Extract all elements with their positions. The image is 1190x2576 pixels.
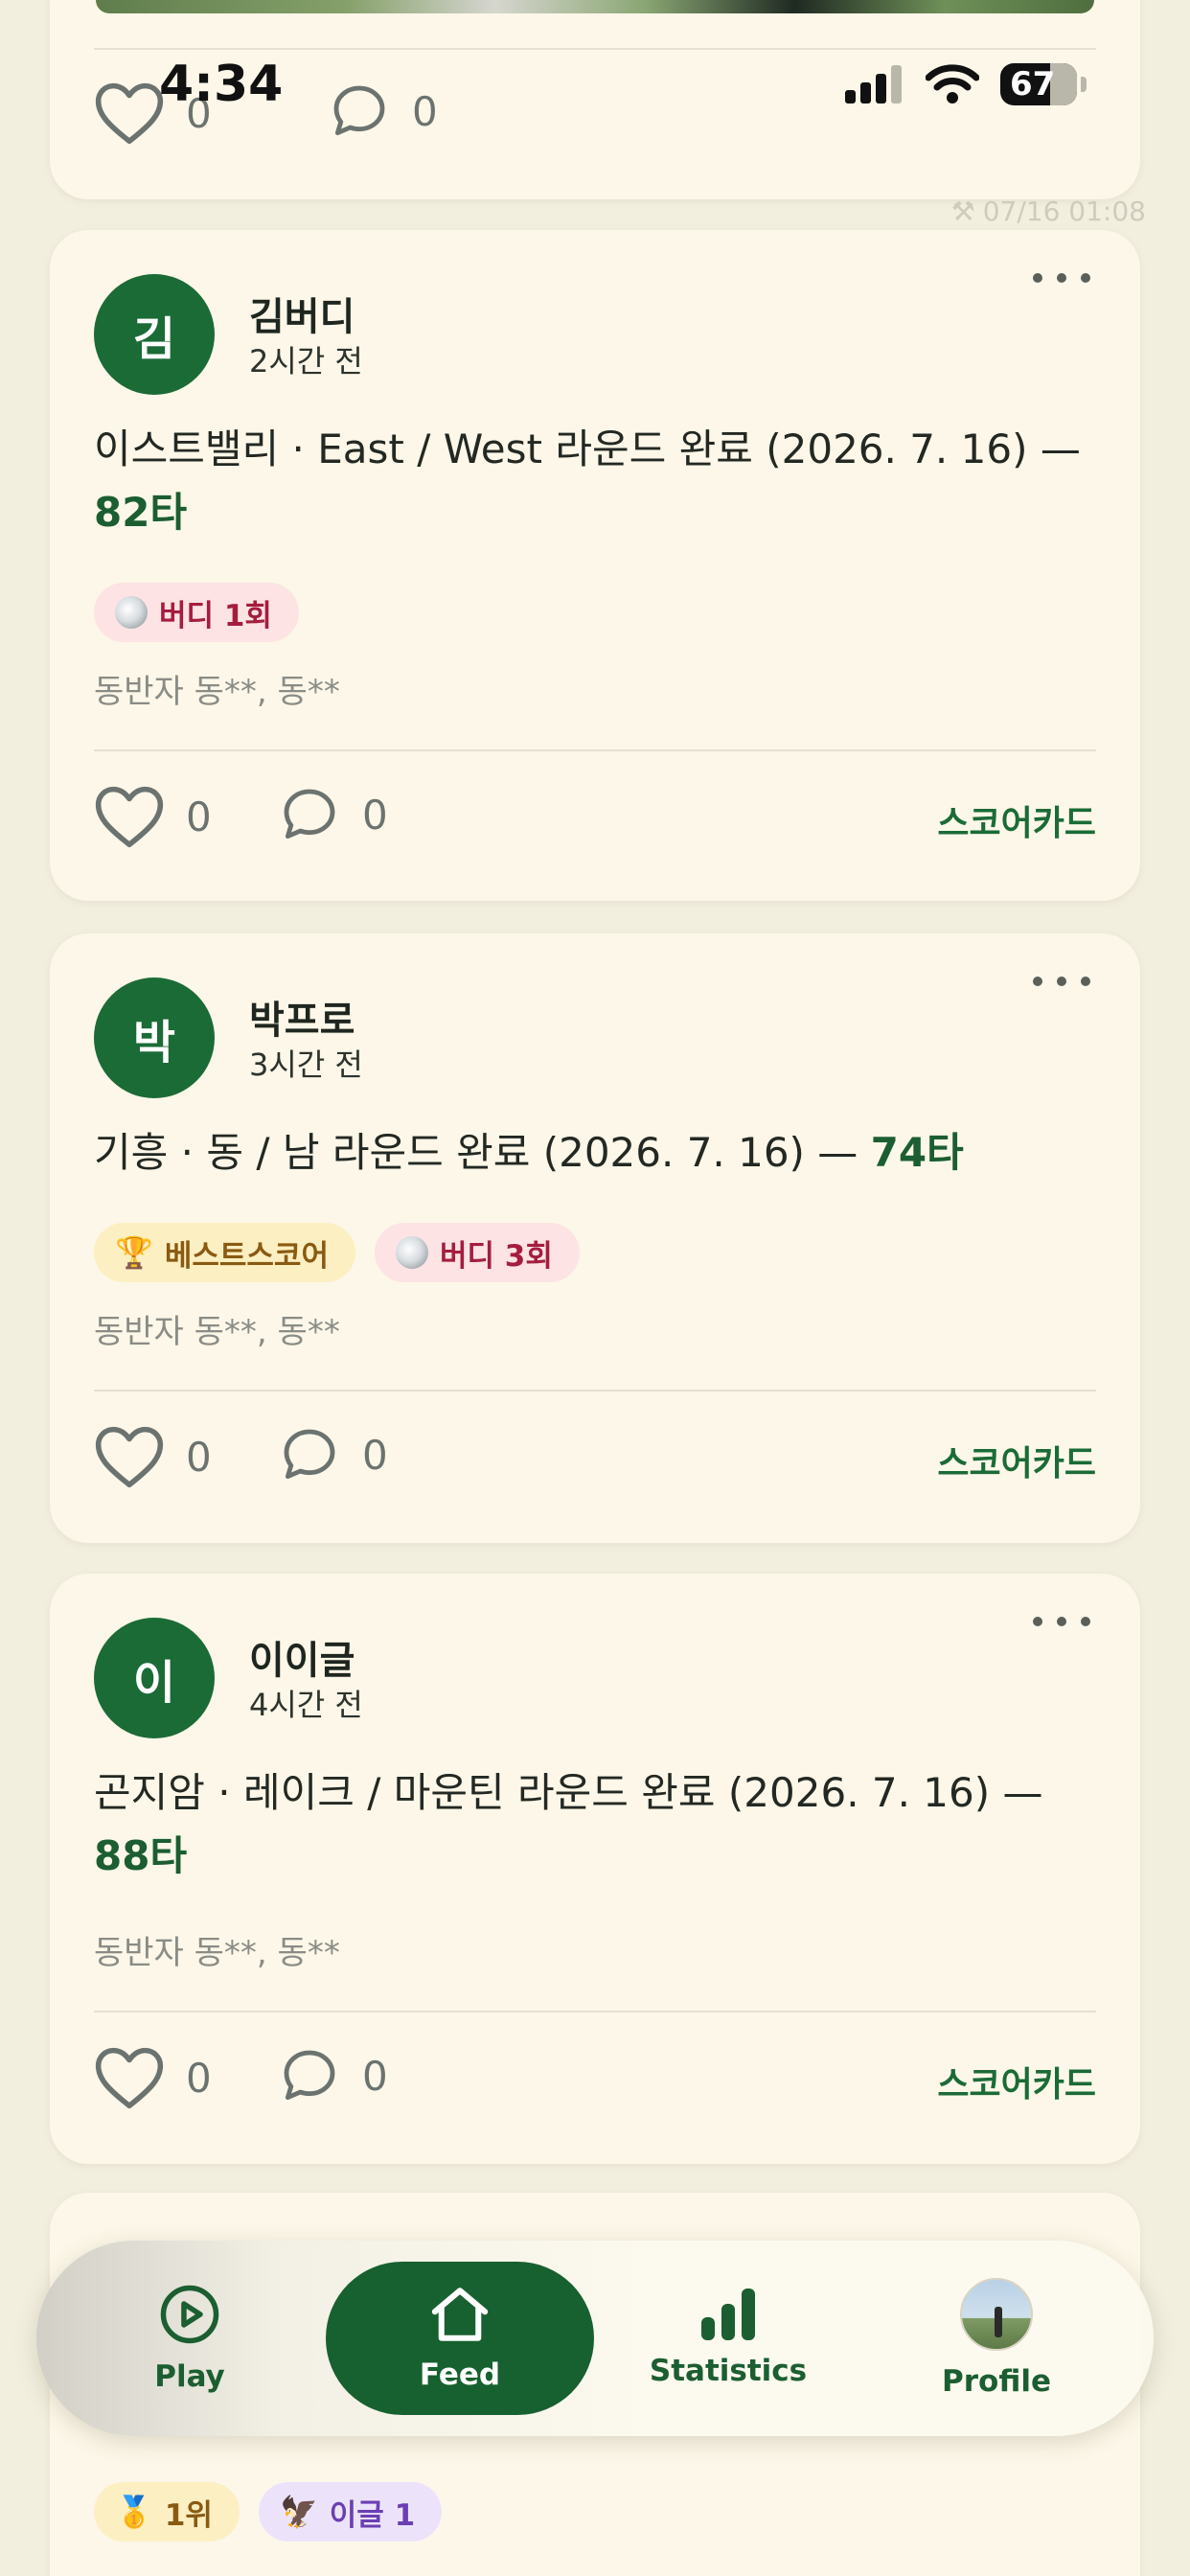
like-button[interactable]: 0 bbox=[94, 1424, 212, 1489]
round-summary: 곤지암 · 레이크 / 마운틴 라운드 완료 (2026. 7. 16) — 8… bbox=[94, 1761, 1096, 1888]
debug-timestamp: ⚒ 07/16 01:08 bbox=[951, 196, 1146, 227]
tab-profile[interactable]: Profile bbox=[881, 2241, 1111, 2436]
debug-timestamp-text: 07/16 01:08 bbox=[982, 196, 1146, 227]
comment-button[interactable]: 0 bbox=[328, 80, 438, 142]
tools-icon: ⚒ bbox=[950, 196, 975, 227]
badge-label: 베스트스코어 bbox=[164, 1238, 329, 1274]
comment-icon bbox=[284, 2050, 335, 2101]
avatar[interactable]: 김 bbox=[94, 274, 215, 395]
battery-level: 67 bbox=[1010, 65, 1056, 104]
round-score: 82타 bbox=[94, 489, 188, 536]
badge-label: 1위 bbox=[164, 2497, 213, 2533]
birdie-badge: 버디 3회 bbox=[374, 1223, 580, 1282]
tab-label: Feed bbox=[419, 2358, 501, 2392]
tab-label: Profile bbox=[942, 2364, 1051, 2399]
achievement-badges: 🏆 베스트스코어 버디 3회 bbox=[94, 1223, 580, 1282]
post-time: 3시간 전 bbox=[249, 1046, 363, 1083]
round-summary-text: 곤지암 · 레이크 / 마운틴 라운드 완료 (2026. 7. 16) — bbox=[94, 1769, 1043, 1816]
play-circle-icon bbox=[160, 2285, 219, 2344]
companions: 동반자 동**, 동** bbox=[94, 1934, 340, 1972]
avatar[interactable]: 이 bbox=[94, 1618, 215, 1738]
comment-button[interactable]: 0 bbox=[278, 784, 388, 845]
divider bbox=[94, 48, 1096, 50]
comment-count: 0 bbox=[412, 87, 438, 135]
post-photo[interactable] bbox=[96, 0, 1094, 13]
scorecard-link[interactable]: 스코어카드 bbox=[937, 2057, 1096, 2106]
feed-post-card: 김 김버디 2시간 전 이스트밸리 · East / West 라운드 완료 (… bbox=[50, 230, 1140, 901]
comment-button[interactable]: 0 bbox=[278, 1424, 388, 1485]
divider bbox=[94, 1390, 1096, 1392]
tab-feed[interactable]: Feed bbox=[326, 2262, 594, 2415]
rank-badge: 🥇 1위 bbox=[94, 2482, 240, 2542]
comment-count: 0 bbox=[362, 1431, 388, 1479]
cellular-signal-icon bbox=[845, 65, 902, 104]
status-bar-indicators: 67 bbox=[845, 63, 1087, 105]
trophy-icon: 🏆 bbox=[115, 1234, 153, 1271]
eagle-icon: 🦅 bbox=[279, 2494, 318, 2530]
round-summary: 이스트밸리 · East / West 라운드 완료 (2026. 7. 16)… bbox=[94, 418, 1096, 544]
round-summary-text: 이스트밸리 · East / West 라운드 완료 (2026. 7. 16)… bbox=[94, 426, 1081, 472]
eagle-badge: 🦅 이글 1 bbox=[258, 2482, 443, 2542]
companions: 동반자 동**, 동** bbox=[94, 1313, 340, 1351]
heart-icon bbox=[95, 1426, 164, 1488]
achievement-badges: 🥇 1위 🦅 이글 1 bbox=[94, 2482, 443, 2542]
author-name[interactable]: 이이글 bbox=[249, 1629, 355, 1685]
bar-chart-icon bbox=[701, 2288, 755, 2340]
comment-icon bbox=[333, 85, 385, 136]
feed-post-card: 박 박프로 3시간 전 기흥 · 동 / 남 라운드 완료 (2026. 7. … bbox=[50, 933, 1140, 1543]
comment-icon bbox=[284, 789, 335, 840]
post-time: 2시간 전 bbox=[249, 343, 363, 380]
tab-label: Play bbox=[154, 2359, 225, 2394]
like-button[interactable]: 0 bbox=[94, 2045, 212, 2110]
divider bbox=[94, 2011, 1096, 2012]
scorecard-link[interactable]: 스코어카드 bbox=[937, 1436, 1096, 1485]
profile-avatar bbox=[960, 2278, 1033, 2351]
birdie-badge: 버디 1회 bbox=[94, 583, 299, 642]
more-options-button[interactable] bbox=[1033, 1612, 1090, 1631]
feed-post-card: 이 이이글 4시간 전 곤지암 · 레이크 / 마운틴 라운드 완료 (2026… bbox=[50, 1574, 1140, 2164]
round-score: 74타 bbox=[870, 1129, 964, 1176]
tab-statistics[interactable]: Statistics bbox=[613, 2241, 843, 2436]
author-name[interactable]: 김버디 bbox=[249, 286, 355, 341]
comment-button[interactable]: 0 bbox=[278, 2045, 388, 2106]
heart-icon bbox=[95, 786, 164, 848]
like-button[interactable]: 0 bbox=[94, 784, 212, 849]
badge-label: 이글 1 bbox=[329, 2497, 416, 2533]
battery-icon: 67 bbox=[1000, 63, 1077, 105]
status-bar-time: 4:34 bbox=[159, 56, 284, 113]
comment-icon bbox=[284, 1429, 335, 1480]
scorecard-link[interactable]: 스코어카드 bbox=[937, 795, 1096, 845]
battery-nub bbox=[1081, 77, 1087, 92]
round-summary: 기흥 · 동 / 남 라운드 완료 (2026. 7. 16) — 74타 bbox=[94, 1121, 1096, 1184]
badge-label: 버디 3회 bbox=[439, 1238, 553, 1274]
best-score-badge: 🏆 베스트스코어 bbox=[94, 1223, 355, 1282]
round-summary-text: 기흥 · 동 / 남 라운드 완료 (2026. 7. 16) — bbox=[94, 1129, 858, 1176]
more-options-button[interactable] bbox=[1033, 972, 1090, 991]
like-count: 0 bbox=[186, 2054, 212, 2102]
more-options-button[interactable] bbox=[1033, 268, 1090, 288]
golf-ball-icon bbox=[395, 1236, 428, 1269]
avatar[interactable]: 박 bbox=[94, 978, 215, 1098]
home-icon bbox=[431, 2288, 489, 2341]
comment-count: 0 bbox=[362, 791, 388, 839]
companions: 동반자 동**, 동** bbox=[94, 673, 340, 711]
comment-count: 0 bbox=[362, 2052, 388, 2100]
heart-icon bbox=[95, 2047, 164, 2109]
achievement-badges: 버디 1회 bbox=[94, 583, 299, 642]
post-time: 4시간 전 bbox=[249, 1687, 363, 1723]
like-count: 0 bbox=[186, 1433, 212, 1481]
tab-label: Statistics bbox=[649, 2354, 808, 2388]
golf-ball-icon bbox=[115, 596, 148, 629]
round-score: 88타 bbox=[94, 1832, 188, 1879]
gold-medal-icon: 🥇 bbox=[115, 2494, 153, 2530]
divider bbox=[94, 749, 1096, 751]
tab-play[interactable]: Play bbox=[75, 2241, 305, 2436]
heart-icon bbox=[95, 82, 164, 145]
badge-label: 버디 1회 bbox=[159, 598, 272, 633]
like-count: 0 bbox=[186, 793, 212, 840]
bottom-tab-bar: Play Feed Statistics Profile bbox=[36, 2241, 1154, 2436]
wifi-icon bbox=[926, 64, 979, 104]
author-name[interactable]: 박프로 bbox=[249, 989, 355, 1045]
